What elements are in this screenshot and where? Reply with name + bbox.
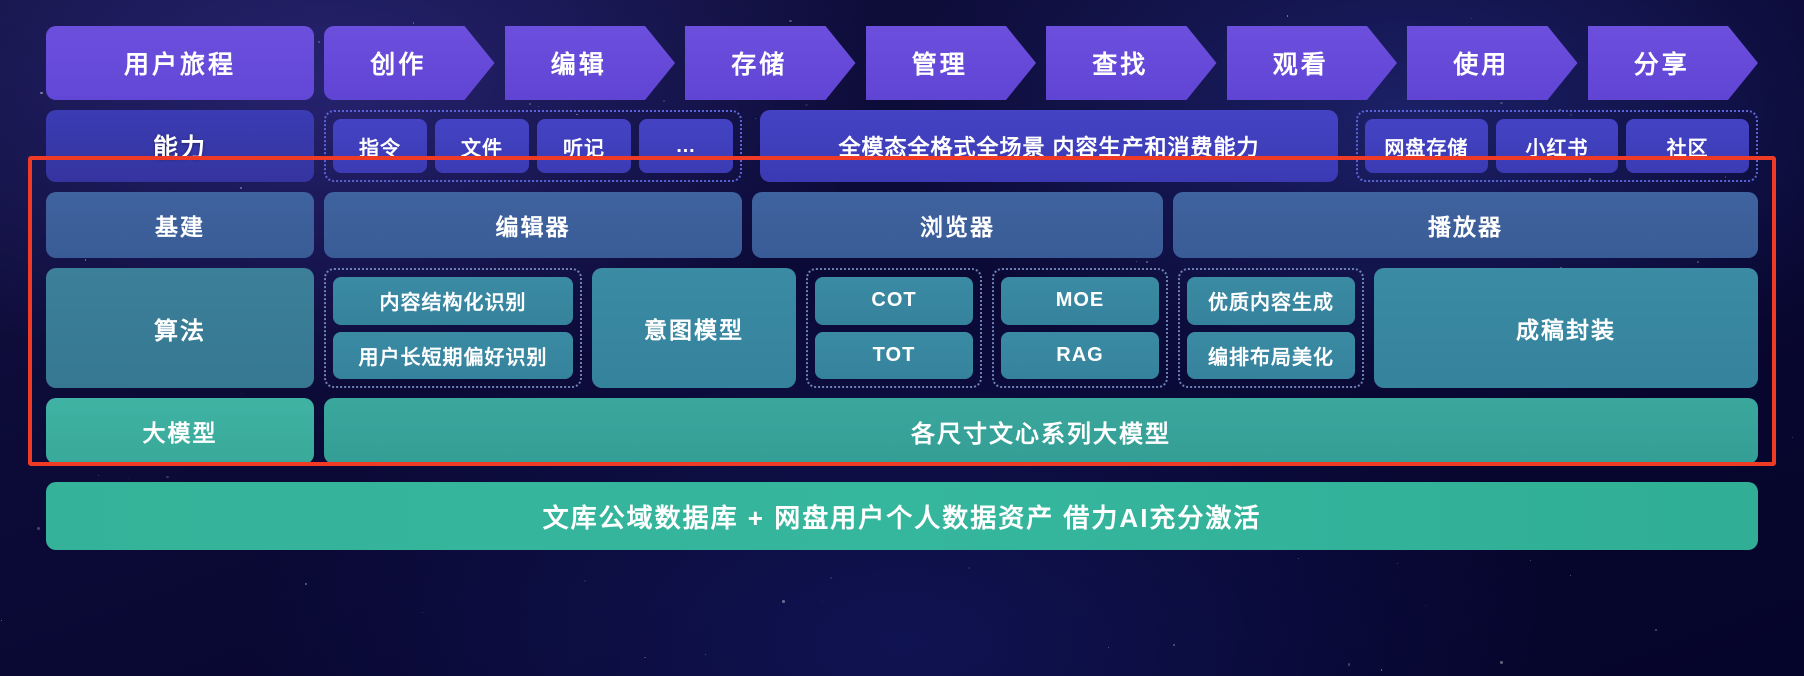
model-row-label: 大模型	[46, 398, 314, 464]
algorithm-item-cot[interactable]: COT	[815, 277, 973, 325]
architecture-stack: 用户旅程 创作 编辑 存储 管理 查找 观看 使用 分享 能力 指令 文件 听记…	[0, 0, 1804, 676]
capability-row-label: 能力	[46, 110, 314, 182]
capability-item-file[interactable]: 文件	[435, 119, 529, 173]
journey-row-label: 用户旅程	[46, 26, 314, 100]
diagram-canvas: 用户旅程 创作 编辑 存储 管理 查找 观看 使用 分享 能力 指令 文件 听记…	[0, 0, 1804, 676]
algorithm-item-intent-model[interactable]: 意图模型	[592, 268, 796, 388]
capability-output-group: 网盘存储 小红书 社区	[1356, 110, 1758, 182]
algorithm-item-final-package[interactable]: 成稿封装	[1374, 268, 1758, 388]
algorithm-item-user-preference[interactable]: 用户长短期偏好识别	[333, 331, 573, 379]
algorithm-item-layout-beautify[interactable]: 编排布局美化	[1187, 331, 1355, 379]
journey-stage-edit[interactable]: 编辑	[505, 26, 676, 100]
journey-stage-create[interactable]: 创作	[324, 26, 495, 100]
journey-stage-list: 创作 编辑 存储 管理 查找 观看 使用 分享	[324, 26, 1758, 100]
capability-item-cloud-storage[interactable]: 网盘存储	[1365, 119, 1488, 173]
infra-row-label: 基建	[46, 192, 314, 258]
capability-input-group: 指令 文件 听记 …	[324, 110, 742, 182]
journey-stage-manage[interactable]: 管理	[866, 26, 1037, 100]
capability-item-listen-note[interactable]: 听记	[537, 119, 631, 173]
capability-item-community[interactable]: 社区	[1626, 119, 1750, 173]
algorithm-item-quality-generation[interactable]: 优质内容生成	[1187, 277, 1355, 325]
capability-item-instruction[interactable]: 指令	[333, 119, 427, 173]
journey-stage-watch[interactable]: 观看	[1227, 26, 1398, 100]
infra-item-player[interactable]: 播放器	[1173, 192, 1758, 258]
journey-stage-search[interactable]: 查找	[1046, 26, 1217, 100]
journey-stage-use[interactable]: 使用	[1407, 26, 1578, 100]
algorithm-item-content-structure[interactable]: 内容结构化识别	[333, 277, 573, 325]
row-user-journey: 用户旅程 创作 编辑 存储 管理 查找 观看 使用 分享	[46, 26, 1758, 100]
infra-item-browser[interactable]: 浏览器	[752, 192, 1163, 258]
algorithm-item-rag[interactable]: RAG	[1001, 331, 1159, 379]
algorithm-row-label: 算法	[46, 268, 314, 388]
row-capability: 能力 指令 文件 听记 … 全模态全格式全场景 内容生产和消费能力 网盘存储 小…	[46, 110, 1758, 182]
algorithm-group-recognition: 内容结构化识别 用户长短期偏好识别	[324, 268, 582, 388]
capability-center-band: 全模态全格式全场景 内容生产和消费能力	[760, 110, 1338, 182]
capability-item-xiaohongshu[interactable]: 小红书	[1495, 119, 1619, 173]
algorithm-group-reasoning: COT TOT	[806, 268, 982, 388]
capability-item-more[interactable]: …	[639, 119, 733, 173]
row-infrastructure: 基建 编辑器 浏览器 播放器	[46, 192, 1758, 258]
row-large-model: 大模型 各尺寸文心系列大模型	[46, 398, 1758, 464]
journey-stage-share[interactable]: 分享	[1588, 26, 1759, 100]
model-band-wenxin-series[interactable]: 各尺寸文心系列大模型	[324, 398, 1758, 464]
algorithm-group-generation: 优质内容生成 编排布局美化	[1178, 268, 1364, 388]
algorithm-group-architecture: MOE RAG	[992, 268, 1168, 388]
row-data-foundation: 文库公域数据库 + 网盘用户个人数据资产 借力AI充分激活	[46, 482, 1758, 550]
journey-stage-store[interactable]: 存储	[685, 26, 856, 100]
algorithm-item-tot[interactable]: TOT	[815, 331, 973, 379]
infra-item-editor[interactable]: 编辑器	[324, 192, 742, 258]
foundation-band: 文库公域数据库 + 网盘用户个人数据资产 借力AI充分激活	[46, 482, 1758, 550]
row-algorithm: 算法 内容结构化识别 用户长短期偏好识别 意图模型 COT TOT MOE RA…	[46, 268, 1758, 388]
algorithm-item-moe[interactable]: MOE	[1001, 277, 1159, 325]
